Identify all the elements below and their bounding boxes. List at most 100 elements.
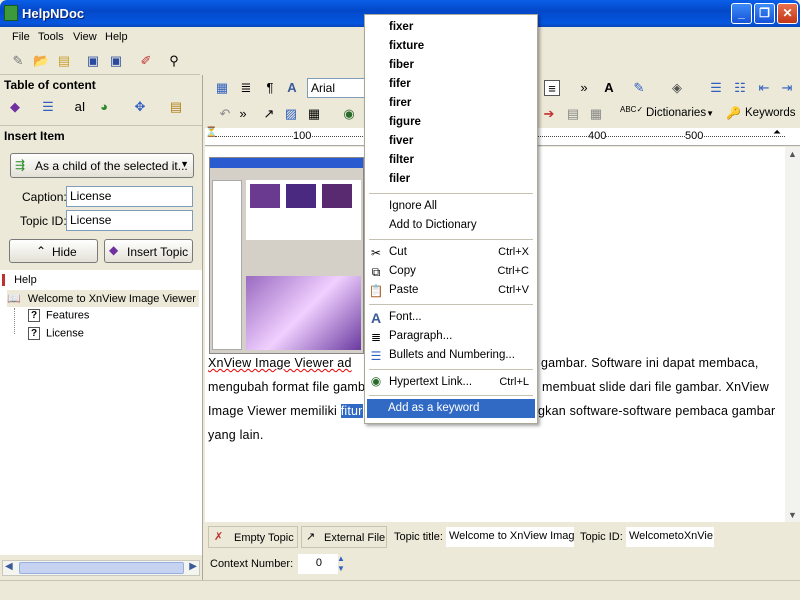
document-vertical-scrollbar[interactable]: ▲ ▼ <box>785 147 800 522</box>
dictionaries-label: Dictionaries <box>646 107 707 119</box>
folder-icon[interactable]: ▤ <box>56 53 72 69</box>
highlight-icon[interactable]: ✎ <box>631 80 647 96</box>
tree-item-welcome[interactable]: 📖 Welcome to XnView Image Viewer <box>7 290 199 307</box>
paragraph-item[interactable]: Paragraph... <box>389 330 452 342</box>
save-icon[interactable]: ▣ <box>85 53 101 69</box>
suggestion-fifer[interactable]: fifer <box>389 78 411 90</box>
image-thumbnail <box>286 184 316 208</box>
menu-help[interactable]: Help <box>105 31 128 43</box>
suggestion-filer[interactable]: filer <box>389 173 410 185</box>
status-icon[interactable]: ◕ <box>96 99 112 115</box>
suggestion-fixture[interactable]: fixture <box>389 40 424 52</box>
menu-view[interactable]: View <box>73 31 97 43</box>
caption-field[interactable]: License <box>66 186 193 207</box>
table-grid-icon[interactable]: ▤ <box>565 106 581 122</box>
maximize-button[interactable]: ❐ <box>754 3 775 24</box>
screenshot-image <box>209 157 364 354</box>
insert-item-title: Insert Item <box>4 129 65 143</box>
add-to-dictionary-item[interactable]: Add to Dictionary <box>389 219 477 231</box>
suggestion-figure[interactable]: figure <box>389 116 421 128</box>
insert-topic-icon: ◆ <box>109 243 119 257</box>
bullets-numbering-item[interactable]: Bullets and Numbering... <box>389 349 515 361</box>
topic-tree: Help 📖 Welcome to XnView Image Viewer ? F… <box>0 270 202 555</box>
menu-tools[interactable]: Tools <box>38 31 64 43</box>
hypertext-link-item[interactable]: Hypertext Link... <box>389 376 472 388</box>
add-topic-icon[interactable]: ◆ <box>7 99 23 115</box>
indent-icon[interactable]: ⇥ <box>779 80 795 96</box>
suggestion-fiver[interactable]: fiver <box>389 135 413 147</box>
external-file-label: External File <box>324 532 386 544</box>
scroll-up-icon[interactable]: ▲ <box>788 149 797 159</box>
text-color-icon[interactable]: A <box>601 80 617 96</box>
ruler-label: 100 <box>293 130 312 142</box>
justify-icon[interactable]: ≡ <box>544 80 560 96</box>
new-icon[interactable]: ✎ <box>10 53 26 69</box>
globe-icon[interactable]: ◉ <box>341 106 357 122</box>
hyperlink-icon[interactable]: ↗ <box>261 106 277 122</box>
topic-id-status-field[interactable]: WelcometoXnVie <box>626 527 714 547</box>
find-icon[interactable]: ⚲ <box>166 53 182 69</box>
insert-position-dropdown[interactable]: ⇶ As a child of the selected it... ▼ <box>10 153 194 178</box>
dictionaries-button[interactable]: ABC✓ Dictionaries ▼ <box>618 103 716 125</box>
image-icon[interactable]: ▨ <box>283 106 299 122</box>
table-icon[interactable]: ▦ <box>214 80 230 96</box>
spin-arrows-icon[interactable]: ▲ ▼ <box>337 554 345 574</box>
move-icon[interactable]: ☰ <box>40 99 56 115</box>
tree-horizontal-scrollbar[interactable]: ◀ ▶ <box>2 560 200 576</box>
minimize-button[interactable]: _ <box>731 3 752 24</box>
topic-id-field[interactable]: License <box>66 210 193 231</box>
save-all-icon[interactable]: ▣ <box>108 53 124 69</box>
add-as-keyword-item[interactable]: Add as a keyword <box>367 399 535 418</box>
ignore-all-item[interactable]: Ignore All <box>389 200 437 212</box>
bullets-icon[interactable]: ☰ <box>708 80 724 96</box>
doc-text: Image Viewer memiliki <box>208 404 338 418</box>
menu-separator <box>369 304 533 305</box>
font-name-field[interactable]: Arial <box>307 78 369 98</box>
fill-icon[interactable]: ◈ <box>669 80 685 96</box>
pilcrow-icon[interactable]: ¶ <box>262 80 278 96</box>
copy-item[interactable]: Copy <box>389 265 416 277</box>
font-item[interactable]: Font... <box>389 311 422 323</box>
suggestion-fiber[interactable]: fiber <box>389 59 414 71</box>
table-cells-icon[interactable]: ▦ <box>588 106 604 122</box>
paragraph-style-icon[interactable]: ≣ <box>238 80 254 96</box>
cut-item[interactable]: Cut <box>389 246 407 258</box>
suggestion-filter[interactable]: filter <box>389 154 414 166</box>
open-icon[interactable]: 📂 <box>33 53 49 69</box>
topic-title-field[interactable]: Welcome to XnView Imag <box>446 527 574 547</box>
menu-file[interactable]: File <box>12 31 30 43</box>
external-file-button[interactable]: ↗ External File <box>301 526 387 548</box>
keywords-button[interactable]: 🔑 Keywords <box>724 103 800 125</box>
hide-button[interactable]: ⌃ Hide <box>9 239 98 263</box>
insert-table-icon[interactable]: ▦ <box>306 106 322 122</box>
arrow-icon[interactable]: ➔ <box>541 106 557 122</box>
scissors-icon: ✂ <box>370 246 382 260</box>
chevron-down-icon: ▼ <box>706 109 714 118</box>
scroll-left-icon[interactable]: ◀ <box>5 561 13 572</box>
suggestion-firer[interactable]: firer <box>389 97 411 109</box>
more-icon[interactable]: » <box>235 106 251 122</box>
compile-icon[interactable]: ✐ <box>138 53 154 69</box>
scroll-right-icon[interactable]: ▶ <box>189 561 197 572</box>
rename-icon[interactable]: aI <box>72 99 88 115</box>
context-number-field[interactable]: 0 <box>298 554 338 574</box>
paste-item[interactable]: Paste <box>389 284 418 296</box>
right-margin-marker-icon[interactable]: ⏶ <box>773 127 781 138</box>
suggestion-fixer[interactable]: fixer <box>389 21 413 33</box>
font-icon[interactable]: A <box>284 80 300 96</box>
more-icon[interactable]: » <box>576 80 592 96</box>
navigate-icon[interactable]: ✥ <box>132 99 148 115</box>
tree-item-help[interactable]: Help <box>2 274 37 287</box>
close-button[interactable]: ✕ <box>777 3 798 24</box>
empty-topic-button[interactable]: ✗ Empty Topic <box>208 526 298 548</box>
scroll-down-icon[interactable]: ▼ <box>788 510 797 520</box>
hide-button-label: Hide <box>52 245 77 259</box>
tree-item-features[interactable]: ? Features <box>28 309 89 322</box>
numbering-icon[interactable]: ☷ <box>732 80 748 96</box>
tree-item-license[interactable]: ? License <box>28 327 84 340</box>
undo-icon[interactable]: ↶ <box>217 106 233 122</box>
list-icon[interactable]: ▤ <box>168 99 184 115</box>
scroll-thumb[interactable] <box>19 562 184 574</box>
outdent-icon[interactable]: ⇤ <box>756 80 772 96</box>
insert-topic-button[interactable]: ◆ Insert Topic <box>104 239 193 263</box>
